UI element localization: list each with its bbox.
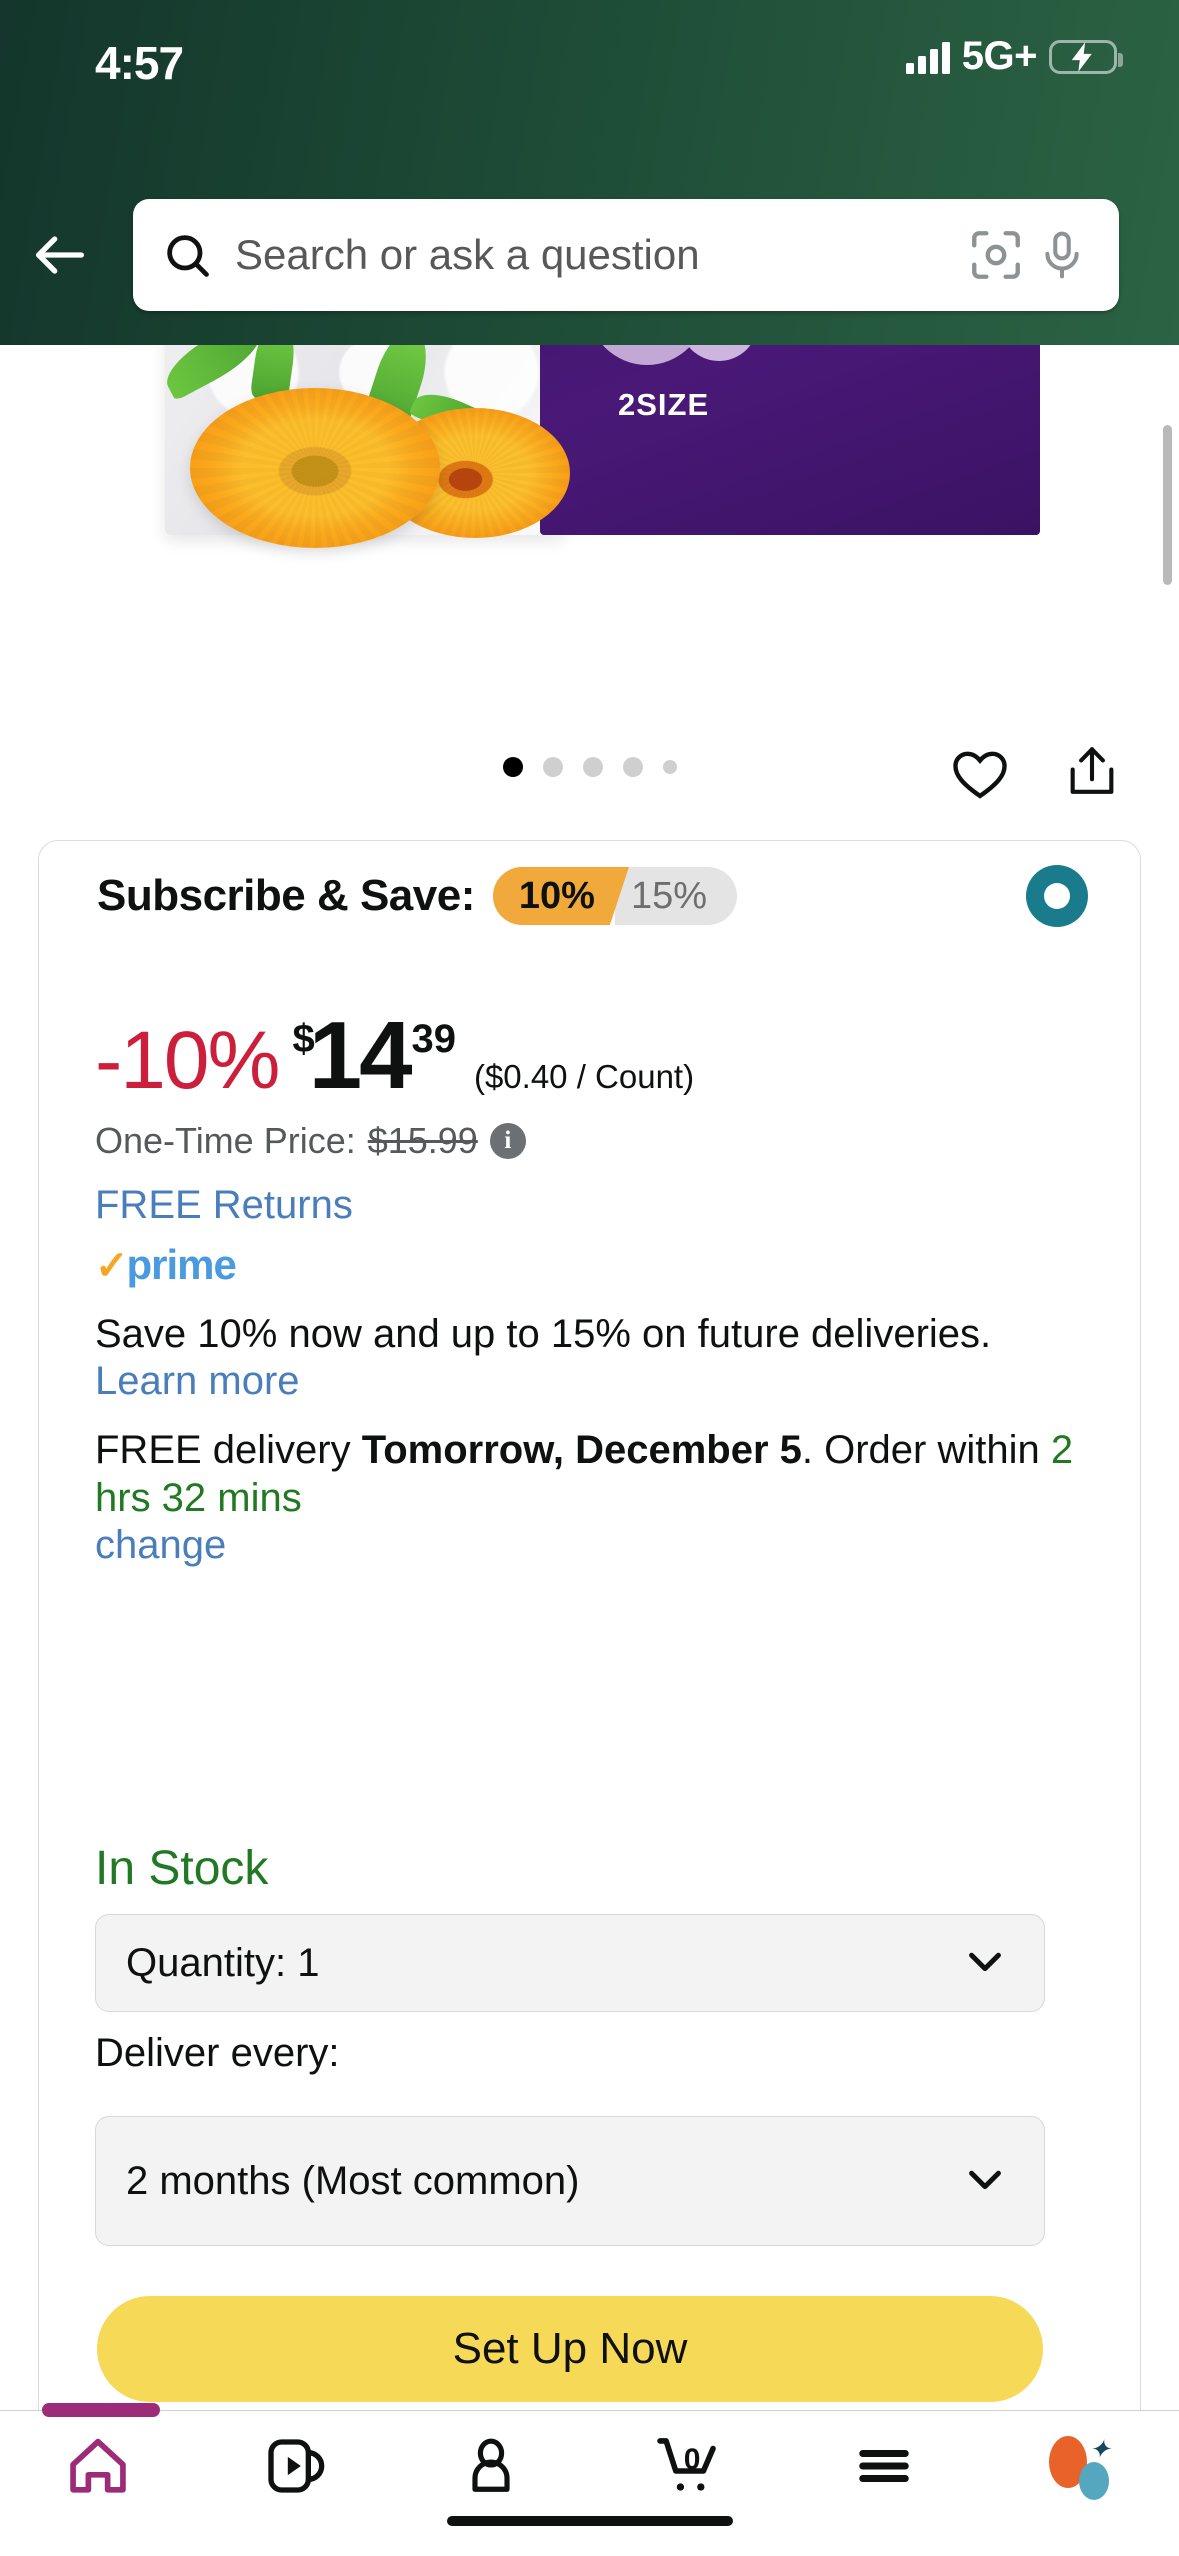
quantity-label: Quantity: 1 xyxy=(126,1940,320,1985)
change-link[interactable]: change xyxy=(95,1523,226,1567)
one-time-price-row: One-Time Price: $15.99 i xyxy=(95,1120,526,1162)
battery-charging-icon xyxy=(1049,39,1123,74)
status-bar: 4:57 5G+ xyxy=(0,0,1179,125)
carousel-dot[interactable] xyxy=(542,757,563,777)
page-scrollbar[interactable] xyxy=(1163,425,1172,585)
discount-percent: -10% xyxy=(95,1015,280,1106)
nav-item-home[interactable] xyxy=(0,2432,197,2500)
nav-item-rufus[interactable]: ✦ xyxy=(983,2434,1179,2500)
prime-label: prime xyxy=(126,1241,237,1288)
subscribe-save-row: Subscribe & Save: 10% 15% xyxy=(39,841,1140,951)
delivery-date-line: FREE delivery Tomorrow, December 5. Orde… xyxy=(95,1427,1075,1521)
deliver-every-label: Deliver every: xyxy=(95,2031,340,2075)
cart-badge-count: 0 xyxy=(683,2443,701,2476)
wishlist-button[interactable] xyxy=(949,743,1011,810)
nav-item-cart[interactable]: 0 xyxy=(590,2431,787,2501)
heart-icon xyxy=(953,751,1007,799)
back-arrow-icon xyxy=(36,236,84,274)
delivery-prefix: FREE delivery xyxy=(95,1428,362,1473)
carousel-dot[interactable] xyxy=(582,757,603,777)
video-play-icon xyxy=(268,2439,325,2493)
subscribe-radio-selected[interactable] xyxy=(1026,865,1088,927)
set-up-now-button[interactable]: Set Up Now xyxy=(97,2296,1043,2402)
nav-item-menu[interactable] xyxy=(786,2436,983,2496)
savings-tier-inactive[interactable]: 15% xyxy=(614,867,737,925)
bottom-navigation-bar: 0 ✦ xyxy=(0,2403,1179,2556)
carousel-dot[interactable] xyxy=(502,757,523,777)
back-button[interactable] xyxy=(18,213,102,297)
frequency-select[interactable]: 2 months (Most common) xyxy=(95,2116,1045,2246)
camera-lens-icon[interactable] xyxy=(967,226,1025,284)
gallery-controls-row xyxy=(0,715,1179,820)
rufus-assistant-icon: ✦ xyxy=(1048,2434,1113,2500)
patch-circle-small xyxy=(680,345,758,361)
app-header: 4:57 5G+ Search or ask a question xyxy=(0,0,1179,345)
savings-tier-pill[interactable]: 10% 15% xyxy=(492,867,737,925)
delivery-date: Tomorrow, December 5 xyxy=(361,1428,802,1473)
frequency-value: 2 months (Most common) xyxy=(126,2158,580,2203)
price-block: -10% $ 14 39 ($0.40 / Count) xyxy=(95,1001,694,1111)
subscribe-and-save-card: Subscribe & Save: 10% 15% -10% $ 14 39 (… xyxy=(38,840,1141,2450)
signal-bars-icon xyxy=(905,40,950,74)
savings-description-text: Save 10% now and up to 15% on future del… xyxy=(95,1312,992,1356)
stock-status: In Stock xyxy=(95,1842,269,1895)
status-bar-network: 5G+ xyxy=(961,34,1038,78)
box-spec-line-2: 24 Dia 8mm xyxy=(805,345,976,351)
nav-item-account[interactable] xyxy=(393,2435,590,2497)
quantity-select[interactable]: Quantity: 1 xyxy=(95,1914,1045,2012)
search-bar[interactable]: Search or ask a question xyxy=(133,199,1119,311)
box-spec-text: 12 Dia 12mm 24 Dia 8mm xyxy=(805,345,976,351)
calendula-flowers-image xyxy=(130,345,570,550)
search-input[interactable]: Search or ask a question xyxy=(235,231,967,279)
phone-screen: 4:57 5G+ Search or ask a question 2SIZE … xyxy=(0,0,1179,2556)
status-bar-time: 4:57 xyxy=(95,37,184,89)
price-currency-symbol: $ xyxy=(292,1017,315,1061)
learn-more-link[interactable]: Learn more xyxy=(95,1359,300,1403)
one-time-price-label: One-Time Price: xyxy=(95,1120,356,1161)
hamburger-menu-icon xyxy=(859,2450,909,2482)
nav-item-inspire[interactable] xyxy=(197,2434,394,2498)
prime-badge: ✓ prime xyxy=(95,1241,237,1289)
change-address-row: change xyxy=(95,1522,1075,1569)
box-size-label: 2SIZE xyxy=(618,387,710,422)
product-purple-box-image: 2SIZE 12 Dia 12mm 24 Dia 8mm xyxy=(540,345,1040,535)
status-bar-indicators: 5G+ xyxy=(905,34,1123,79)
carousel-dot[interactable] xyxy=(622,757,643,777)
chevron-down-icon xyxy=(962,1938,1008,1989)
microphone-icon[interactable] xyxy=(1035,228,1089,282)
info-icon[interactable]: i xyxy=(489,1123,526,1159)
savings-tier-active[interactable]: 10% xyxy=(492,867,629,925)
delivery-info-block: Save 10% now and up to 15% on future del… xyxy=(95,1311,1075,1569)
person-icon xyxy=(472,2438,510,2492)
one-time-price-value: $15.99 xyxy=(367,1120,478,1161)
product-image-gallery[interactable]: 2SIZE 12 Dia 12mm 24 Dia 8mm xyxy=(0,345,1179,715)
share-icon xyxy=(1070,747,1114,794)
search-icon xyxy=(161,229,213,281)
free-returns-link[interactable]: FREE Returns xyxy=(95,1183,353,1228)
price-per-unit: ($0.40 / Count) xyxy=(473,1058,695,1095)
savings-description: Save 10% now and up to 15% on future del… xyxy=(95,1311,1075,1405)
share-button[interactable] xyxy=(1063,743,1121,806)
price-whole: 14 xyxy=(308,1002,413,1109)
prime-check-icon: ✓ xyxy=(95,1244,129,1288)
patch-circle-large xyxy=(588,345,706,365)
home-indicator xyxy=(446,2516,733,2526)
delivery-middle: . Order within xyxy=(801,1428,1051,1473)
subscribe-save-label: Subscribe & Save: xyxy=(97,871,475,920)
chevron-down-icon xyxy=(962,2156,1008,2207)
search-row: Search or ask a question xyxy=(0,195,1179,315)
home-icon xyxy=(70,2438,127,2493)
carousel-dots[interactable] xyxy=(502,757,677,777)
carousel-dot[interactable] xyxy=(662,760,677,774)
price-fraction: 39 xyxy=(411,1017,456,1061)
